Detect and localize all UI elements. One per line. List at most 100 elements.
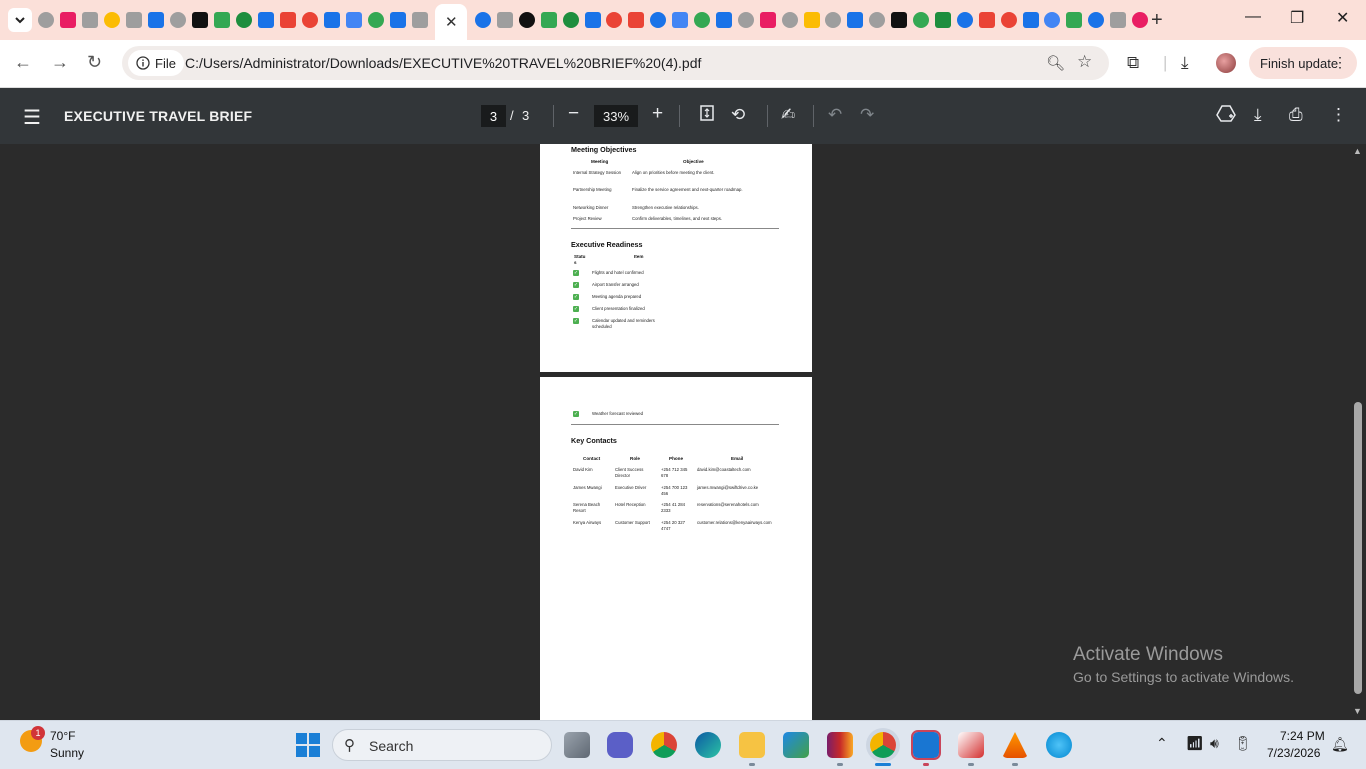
tab-favicon-icon[interactable] xyxy=(82,12,98,28)
teams-meet-icon[interactable] xyxy=(607,732,633,758)
save-to-drive-icon[interactable] xyxy=(1216,105,1236,127)
close-window-button[interactable]: ✕ xyxy=(1336,8,1349,28)
tab-favicon-icon[interactable] xyxy=(1110,12,1127,28)
scroll-down-arrow-icon[interactable]: ▼ xyxy=(1353,706,1362,716)
tab-favicon-icon[interactable] xyxy=(737,12,754,28)
zoom-magnifier-icon[interactable]: 🔍︎ xyxy=(1046,54,1065,72)
fit-page-icon[interactable] xyxy=(700,105,714,126)
tab-favicon-icon[interactable] xyxy=(280,12,296,28)
tab-favicon-icon[interactable] xyxy=(956,12,973,28)
tab-favicon-icon[interactable] xyxy=(1000,12,1017,28)
tab-favicon-icon[interactable] xyxy=(236,12,252,28)
tab-favicon-icon[interactable] xyxy=(192,12,208,28)
tab-favicon-icon[interactable] xyxy=(650,12,667,28)
tab-favicon-icon[interactable] xyxy=(104,12,120,28)
taskbar-search[interactable]: ⚲ Search xyxy=(332,729,552,761)
tab-favicon-icon[interactable] xyxy=(368,12,384,28)
tab-favicon-icon[interactable] xyxy=(672,12,689,28)
address-bar[interactable]: File C:/Users/Administrator/Downloads/EX… xyxy=(122,46,1109,80)
tab-favicon-icon[interactable] xyxy=(628,12,645,28)
restore-button[interactable]: ❐ xyxy=(1290,8,1304,28)
wifi-icon[interactable]: 📶︎ xyxy=(1186,735,1204,752)
file-explorer-icon[interactable] xyxy=(739,732,765,758)
tab-favicon-icon[interactable] xyxy=(390,12,406,28)
redo-icon[interactable]: ↷ xyxy=(860,105,874,125)
tab-favicon-icon[interactable] xyxy=(412,12,428,28)
tab-favicon-icon[interactable] xyxy=(126,12,142,28)
show-hidden-icons-chevron-icon[interactable]: ⌃ xyxy=(1156,735,1168,752)
tab-favicon-icon[interactable] xyxy=(584,12,601,28)
tab-favicon-icon[interactable] xyxy=(346,12,362,28)
zoom-in-button[interactable]: + xyxy=(652,103,663,125)
url-text[interactable]: C:/Users/Administrator/Downloads/EXECUTI… xyxy=(185,55,701,71)
tab-favicon-icon[interactable] xyxy=(694,12,710,28)
battery-icon[interactable]: 🔋︎ xyxy=(1234,735,1252,752)
tab-favicon-icon[interactable] xyxy=(302,12,318,28)
weather-condition[interactable]: Sunny xyxy=(50,746,84,760)
tab-favicon-icon[interactable] xyxy=(606,12,623,28)
volume-icon[interactable]: 🔊︎ xyxy=(1210,735,1219,752)
tab-favicon-icon[interactable] xyxy=(1132,12,1148,28)
pdf-viewer[interactable]: Meeting Objectives Meeting Objective Int… xyxy=(0,144,1350,720)
tab-search-button[interactable] xyxy=(8,8,32,32)
print-icon[interactable]: ⎙ xyxy=(1289,105,1303,125)
tab-favicon-icon[interactable] xyxy=(934,12,951,28)
active-tab[interactable]: ✕ xyxy=(435,4,467,40)
vertical-scrollbar[interactable]: ▲ ▼ xyxy=(1350,144,1366,720)
tab-favicon-icon[interactable] xyxy=(1044,12,1061,28)
zoom-out-button[interactable]: − xyxy=(568,103,579,125)
page-number-input[interactable]: 3 xyxy=(481,105,506,127)
tab-favicon-icon[interactable] xyxy=(825,12,842,28)
tab-favicon-icon[interactable] xyxy=(1066,12,1083,28)
tab-favicon-icon[interactable] xyxy=(891,12,908,28)
site-info-chip[interactable]: File xyxy=(128,50,184,76)
tab-favicon-icon[interactable] xyxy=(148,12,164,28)
tab-favicon-icon[interactable] xyxy=(803,12,820,28)
menu-icon[interactable]: ☰ xyxy=(23,105,41,130)
edge-icon[interactable] xyxy=(695,732,721,758)
notification-bell-icon[interactable]: 🔔︎ xyxy=(1331,736,1349,753)
winrar-icon[interactable] xyxy=(827,732,853,758)
minimize-button[interactable]: — xyxy=(1245,8,1261,26)
tab-favicon-icon[interactable] xyxy=(258,12,274,28)
tab-favicon-icon[interactable] xyxy=(214,12,230,28)
close-tab-icon[interactable]: ✕ xyxy=(445,13,458,31)
clock-date[interactable]: 7/23/2026 xyxy=(1267,746,1320,760)
rotate-icon[interactable]: ⟲ xyxy=(731,105,745,125)
microsoft-store-icon[interactable] xyxy=(783,732,809,758)
paint-icon[interactable] xyxy=(1046,732,1072,758)
download-icon[interactable]: ⤓ xyxy=(1254,105,1262,125)
undo-icon[interactable]: ↶ xyxy=(828,105,842,125)
chrome-active-icon[interactable] xyxy=(870,732,896,758)
tab-favicon-icon[interactable] xyxy=(759,12,776,28)
tab-favicon-icon[interactable] xyxy=(475,12,491,28)
extensions-icon[interactable]: ⧉ xyxy=(1127,53,1139,73)
tab-favicon-icon[interactable] xyxy=(38,12,54,28)
tab-favicon-icon[interactable] xyxy=(518,12,535,28)
tab-favicon-icon[interactable] xyxy=(170,12,186,28)
snipping-tool-icon[interactable] xyxy=(958,732,984,758)
tab-favicon-icon[interactable] xyxy=(847,12,864,28)
task-view-icon[interactable] xyxy=(564,732,590,758)
photos-app-icon[interactable] xyxy=(911,730,941,760)
tab-favicon-icon[interactable] xyxy=(715,12,732,28)
annotate-pen-icon[interactable]: ✍︎ xyxy=(781,105,795,125)
tab-favicon-icon[interactable] xyxy=(869,12,886,28)
tab-favicon-icon[interactable] xyxy=(496,12,513,28)
finish-update-button[interactable]: Finish update ⋮ xyxy=(1249,47,1357,79)
windows-start-icon[interactable] xyxy=(296,733,320,757)
new-tab-button[interactable]: + xyxy=(1151,9,1163,32)
weather-temperature[interactable]: 70°F xyxy=(50,729,75,743)
scroll-up-arrow-icon[interactable]: ▲ xyxy=(1353,146,1362,156)
tab-favicon-icon[interactable] xyxy=(781,12,798,28)
more-actions-icon[interactable]: ⋮ xyxy=(1330,105,1347,125)
forward-arrow-icon[interactable]: → xyxy=(51,52,69,73)
clock-time[interactable]: 7:24 PM xyxy=(1280,729,1325,743)
tab-favicon-icon[interactable] xyxy=(1088,12,1105,28)
downloads-icon[interactable]: ⤓ xyxy=(1181,53,1189,73)
vlc-icon[interactable] xyxy=(1002,732,1028,758)
chrome-icon[interactable] xyxy=(651,732,677,758)
tab-favicon-icon[interactable] xyxy=(324,12,340,28)
profile-avatar[interactable] xyxy=(1216,53,1236,73)
scrollbar-thumb[interactable] xyxy=(1354,402,1362,694)
